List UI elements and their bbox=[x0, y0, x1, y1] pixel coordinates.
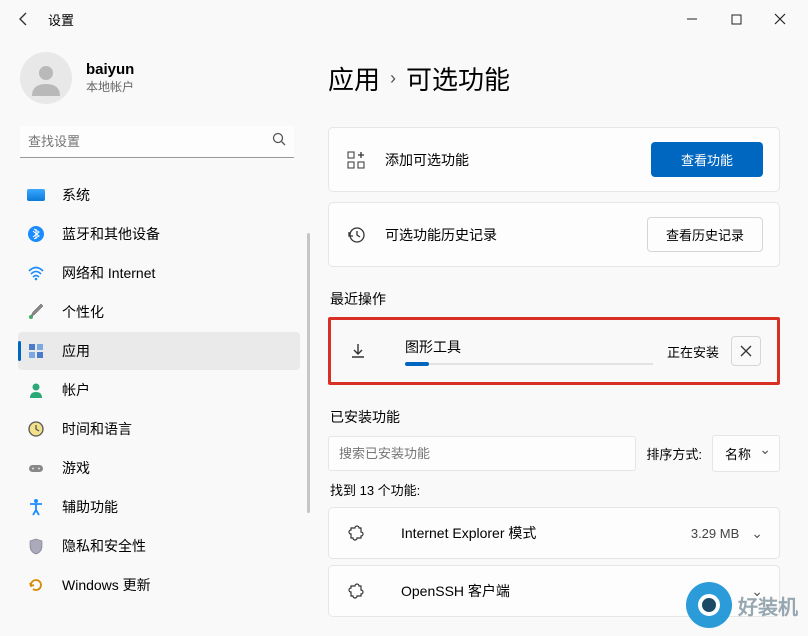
bluetooth-icon bbox=[26, 224, 46, 244]
sidebar-item-label: 个性化 bbox=[62, 302, 104, 322]
feature-name: Internet Explorer 模式 bbox=[401, 523, 691, 543]
maximize-button[interactable] bbox=[714, 3, 758, 35]
sidebar-item-time-language[interactable]: 时间和语言 bbox=[18, 410, 300, 448]
sidebar-item-gaming[interactable]: 游戏 bbox=[18, 449, 300, 487]
sidebar-item-personalization[interactable]: 个性化 bbox=[18, 293, 300, 331]
watermark-text: 好装机 bbox=[738, 591, 798, 620]
sidebar-item-label: 网络和 Internet bbox=[62, 263, 155, 283]
download-icon bbox=[347, 340, 369, 362]
watermark: 好装机 bbox=[686, 582, 798, 628]
person-icon bbox=[26, 380, 46, 400]
user-subtitle: 本地帐户 bbox=[86, 78, 134, 95]
sidebar-item-privacy[interactable]: 隐私和安全性 bbox=[18, 527, 300, 565]
puzzle-icon bbox=[345, 580, 367, 602]
avatar bbox=[20, 52, 72, 104]
sidebar-item-label: 应用 bbox=[62, 341, 90, 361]
minimize-button[interactable] bbox=[670, 3, 714, 35]
grid-plus-icon bbox=[345, 149, 367, 171]
nav-list: 系统 蓝牙和其他设备 网络和 Internet 个性化 应用 帐户 bbox=[18, 176, 310, 604]
result-count: 找到 13 个功能: bbox=[330, 480, 780, 499]
shield-icon bbox=[26, 536, 46, 556]
view-features-button[interactable]: 查看功能 bbox=[651, 142, 763, 177]
sidebar-item-update[interactable]: Windows 更新 bbox=[18, 566, 300, 604]
history-label: 可选功能历史记录 bbox=[385, 225, 647, 245]
feature-row[interactable]: Internet Explorer 模式 3.29 MB ⌄ bbox=[328, 507, 780, 559]
system-icon bbox=[26, 185, 46, 205]
titlebar: 设置 bbox=[0, 0, 808, 38]
user-profile[interactable]: baiyun 本地帐户 bbox=[18, 44, 310, 122]
sidebar-item-accounts[interactable]: 帐户 bbox=[18, 371, 300, 409]
add-feature-card: 添加可选功能 查看功能 bbox=[328, 127, 780, 192]
clock-icon bbox=[26, 419, 46, 439]
chevron-down-icon: ⌄ bbox=[751, 525, 763, 542]
content: 应用 › 可选功能 添加可选功能 查看功能 可选功能历史记录 查看历史记录 最近… bbox=[310, 38, 808, 636]
breadcrumb-current: 可选功能 bbox=[406, 60, 510, 97]
history-icon bbox=[345, 224, 367, 246]
history-card: 可选功能历史记录 查看历史记录 bbox=[328, 202, 780, 267]
sort-select[interactable]: 名称 bbox=[712, 435, 780, 472]
sidebar-item-label: 蓝牙和其他设备 bbox=[62, 224, 160, 244]
sort-label: 排序方式: bbox=[646, 444, 702, 463]
recent-install-card: 图形工具 正在安装 bbox=[328, 317, 780, 385]
search-input[interactable] bbox=[28, 134, 272, 149]
install-progress bbox=[405, 363, 653, 365]
accessibility-icon bbox=[26, 497, 46, 517]
search-box[interactable] bbox=[20, 126, 294, 158]
filter-input[interactable] bbox=[328, 436, 636, 471]
installed-section-title: 已安装功能 bbox=[330, 407, 780, 427]
view-history-button[interactable]: 查看历史记录 bbox=[647, 217, 763, 252]
cancel-install-button[interactable] bbox=[731, 336, 761, 366]
add-feature-label: 添加可选功能 bbox=[385, 150, 651, 170]
install-status: 正在安装 bbox=[667, 342, 719, 361]
back-button[interactable] bbox=[6, 3, 42, 35]
puzzle-icon bbox=[345, 522, 367, 544]
sidebar-item-label: 系统 bbox=[62, 185, 90, 205]
install-item-name: 图形工具 bbox=[405, 337, 653, 357]
breadcrumb: 应用 › 可选功能 bbox=[328, 60, 780, 97]
sidebar-item-label: 时间和语言 bbox=[62, 419, 132, 439]
gamepad-icon bbox=[26, 458, 46, 478]
sidebar-item-system[interactable]: 系统 bbox=[18, 176, 300, 214]
sidebar-scrollbar[interactable] bbox=[307, 233, 310, 513]
recent-section-title: 最近操作 bbox=[330, 289, 780, 309]
sidebar: baiyun 本地帐户 系统 蓝牙和其他设备 网络和 Internet bbox=[0, 38, 310, 636]
breadcrumb-parent[interactable]: 应用 bbox=[328, 60, 380, 97]
sidebar-item-bluetooth[interactable]: 蓝牙和其他设备 bbox=[18, 215, 300, 253]
brush-icon bbox=[26, 302, 46, 322]
close-button[interactable] bbox=[758, 3, 802, 35]
apps-icon bbox=[26, 341, 46, 361]
search-icon bbox=[272, 132, 286, 151]
wifi-icon bbox=[26, 263, 46, 283]
sidebar-item-label: 帐户 bbox=[62, 380, 90, 400]
update-icon bbox=[26, 575, 46, 595]
breadcrumb-separator: › bbox=[390, 68, 396, 89]
user-name: baiyun bbox=[86, 61, 134, 78]
sidebar-item-label: 隐私和安全性 bbox=[62, 536, 146, 556]
window-title: 设置 bbox=[48, 10, 74, 29]
sidebar-item-network[interactable]: 网络和 Internet bbox=[18, 254, 300, 292]
sidebar-item-label: 游戏 bbox=[62, 458, 90, 478]
sidebar-item-label: Windows 更新 bbox=[62, 575, 151, 595]
sidebar-item-apps[interactable]: 应用 bbox=[18, 332, 300, 370]
sidebar-item-label: 辅助功能 bbox=[62, 497, 118, 517]
watermark-logo-icon bbox=[686, 582, 732, 628]
feature-size: 3.29 MB bbox=[691, 526, 739, 541]
sidebar-item-accessibility[interactable]: 辅助功能 bbox=[18, 488, 300, 526]
